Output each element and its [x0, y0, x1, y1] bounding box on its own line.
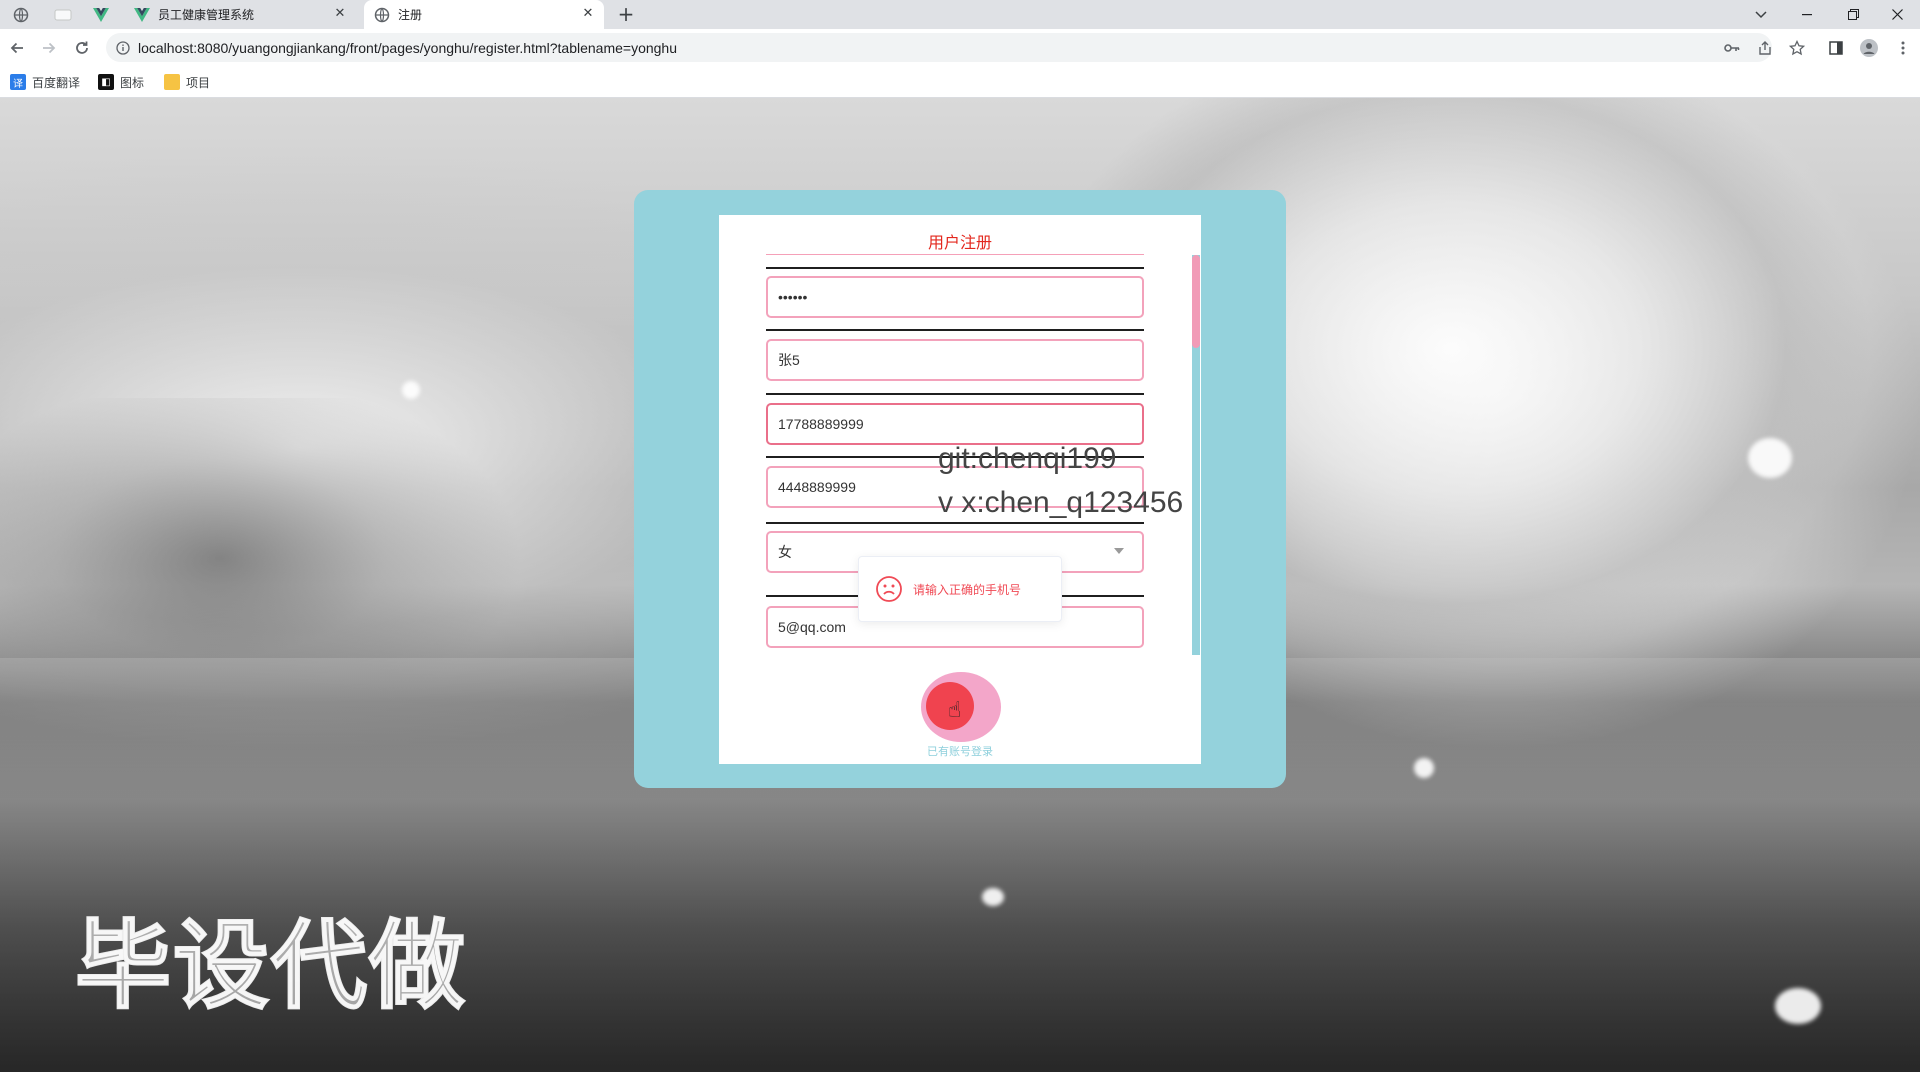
- divider: [766, 267, 1144, 269]
- minimize-icon[interactable]: [1784, 0, 1830, 29]
- side-panel-icon[interactable]: [1822, 34, 1850, 62]
- toast-message: 请输入正确的手机号: [913, 582, 1022, 597]
- new-tab-button[interactable]: +: [613, 2, 639, 28]
- close-window-icon[interactable]: [1874, 0, 1920, 29]
- divider: [766, 522, 1144, 524]
- pinned-tab-vue[interactable]: [84, 0, 118, 29]
- divider: [766, 329, 1144, 331]
- sad-face-icon: [876, 576, 902, 602]
- back-icon[interactable]: [3, 34, 31, 62]
- bookmarks-bar: 译 百度翻译 ◧ 图标 项目: [0, 66, 1920, 98]
- divider: [766, 393, 1144, 395]
- reload-icon[interactable]: [68, 34, 96, 62]
- bookmark-star-icon[interactable]: [1783, 34, 1811, 62]
- watermark-vx: v x:chen_q123456: [938, 486, 1184, 519]
- form-scrollbar-thumb[interactable]: [1192, 255, 1200, 348]
- error-toast: 请输入正确的手机号: [858, 556, 1062, 622]
- vue-logo-icon: [134, 7, 150, 22]
- tab-title: 注册: [398, 8, 423, 22]
- menu-kebab-icon[interactable]: [1889, 34, 1917, 62]
- snowflake: [982, 888, 1004, 906]
- tab-employee-health[interactable]: 员工健康管理系统 ✕: [124, 0, 356, 29]
- close-tab-icon[interactable]: ✕: [332, 6, 348, 22]
- tab-title: 员工健康管理系统: [158, 8, 255, 22]
- browser-tabstrip: 员工健康管理系统 ✕ 注册 ✕ +: [0, 0, 1920, 29]
- name-field[interactable]: 张5: [766, 339, 1144, 381]
- pinned-tab-blank[interactable]: [46, 0, 80, 29]
- restore-icon[interactable]: [1830, 0, 1876, 29]
- address-bar[interactable]: localhost:8080/yuangongjiankang/front/pa…: [106, 33, 1772, 62]
- title-underline: [766, 254, 1144, 255]
- id-number-value: 4448889999: [778, 479, 856, 495]
- folder-icon: [164, 74, 180, 90]
- close-tab-icon[interactable]: ✕: [580, 6, 596, 22]
- snowflake: [1414, 758, 1434, 778]
- url-text: localhost:8080/yuangongjiankang/front/pa…: [138, 39, 677, 56]
- globe-icon: [374, 7, 390, 22]
- bookmark-label: 图标: [120, 75, 145, 90]
- form-title: 用户注册: [927, 233, 992, 252]
- snowflake: [402, 381, 420, 399]
- bookmark-label: 百度翻译: [32, 75, 81, 90]
- vue-logo-icon: [93, 7, 109, 22]
- password-key-icon[interactable]: [1718, 34, 1746, 62]
- profile-avatar-icon[interactable]: [1855, 34, 1883, 62]
- login-link[interactable]: 已有账号登录: [719, 743, 1201, 759]
- pinned-tab-globe[interactable]: [4, 0, 38, 29]
- bookmark-label: 项目: [186, 75, 211, 90]
- watermark-git: git:chenqi199: [938, 442, 1117, 475]
- bookmark-baidu-translate[interactable]: 译 百度翻译: [10, 72, 80, 92]
- name-value: 张5: [778, 352, 800, 368]
- hand-cursor-icon: ☝: [948, 698, 962, 723]
- watermark-text: 毕设代做: [74, 909, 467, 1023]
- icon-library-icon: ◧: [98, 74, 114, 90]
- blank-page-icon: [54, 9, 72, 20]
- phone-value: 17788889999: [778, 416, 864, 432]
- tab-register[interactable]: 注册 ✕: [364, 0, 604, 29]
- phone-field[interactable]: 17788889999: [766, 403, 1144, 445]
- gender-value: 女: [778, 544, 792, 560]
- email-value: 5@qq.com: [778, 619, 846, 635]
- bookmark-icons[interactable]: ◧ 图标: [98, 72, 144, 92]
- chevron-down-icon: [1114, 548, 1124, 554]
- snowflake: [1748, 438, 1792, 478]
- snowflake: [1775, 988, 1821, 1024]
- browser-toolbar: localhost:8080/yuangongjiankang/front/pa…: [0, 29, 1920, 66]
- site-info-icon[interactable]: [116, 40, 130, 55]
- share-icon[interactable]: [1751, 34, 1779, 62]
- bookmark-project-folder[interactable]: 项目: [164, 72, 210, 92]
- globe-icon: [13, 7, 29, 22]
- password-value: ••••••: [778, 289, 808, 305]
- tab-search-icon[interactable]: [1738, 0, 1784, 29]
- password-field[interactable]: ••••••: [766, 276, 1144, 318]
- forward-icon[interactable]: [35, 34, 63, 62]
- translate-icon: 译: [10, 74, 26, 90]
